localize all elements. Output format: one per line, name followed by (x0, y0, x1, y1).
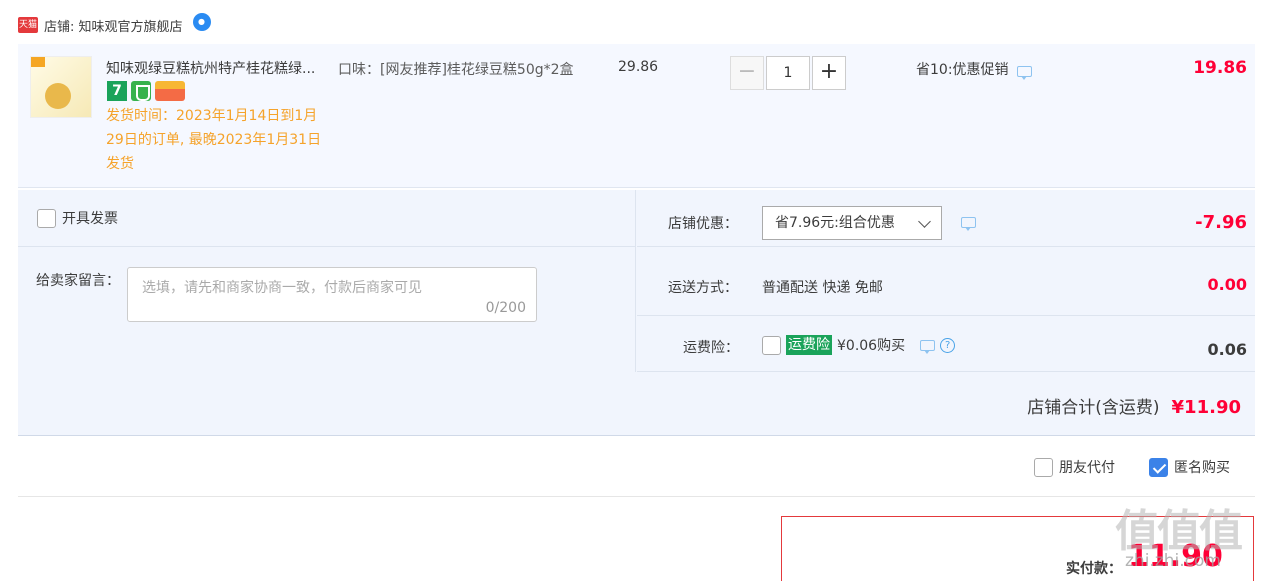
freight-insurance-row: 运费险： 运费险 ¥0.06购买 ? 0.06 (637, 316, 1255, 372)
cart-item-row: 知味观绿豆糕杭州特产桂花糕绿... 7 发货时间：2023年1月14日到1月29… (18, 44, 1255, 188)
product-thumbnail[interactable] (30, 56, 92, 118)
shop-discount-select[interactable]: 省7.96元:组合优惠 (762, 206, 942, 240)
quantity-input[interactable]: 1 (766, 56, 810, 90)
friend-pay-checkbox[interactable] (1034, 457, 1053, 477)
guarantee-shield-icon[interactable] (131, 81, 151, 101)
seller-message-count: 0/200 (485, 300, 526, 316)
promotion-text: 省10:优惠促销 (916, 62, 1009, 78)
discount-chat-icon[interactable] (961, 217, 976, 231)
invoice-label: 开具发票 (62, 211, 118, 227)
promotion-info: 省10:优惠促销 (916, 59, 1032, 80)
shop-total-value: ¥11.90 (1171, 397, 1241, 418)
item-total-price: 19.86 (1193, 58, 1247, 78)
tmall-badge: 天猫 (18, 17, 38, 33)
section-divider (18, 496, 1255, 497)
seller-message-placeholder: 选填，请先和商家协商一致，付款后商家可见 (142, 280, 422, 296)
shipping-method-label: 运送方式： (668, 280, 738, 296)
quantity-decrease-button[interactable]: − (730, 56, 764, 90)
help-question-icon[interactable]: ? (940, 337, 956, 353)
seven-day-return-icon[interactable]: 7 (107, 81, 127, 101)
shop-total-label: 店铺合计(含运费) (1027, 398, 1160, 418)
amount-due-label: 实付款： (1066, 561, 1122, 577)
anonymous-buy-label: 匿名购买 (1174, 460, 1230, 476)
shop-discount-value: -7.96 (1195, 212, 1247, 233)
freight-insurance-checkbox[interactable] (762, 335, 781, 355)
shipping-fee-value: 0.00 (1207, 275, 1247, 294)
promo-chat-icon[interactable] (1016, 65, 1032, 80)
shipping-method-value: 普通配送 快递 免邮 (762, 280, 883, 296)
freight-insurance-option: 运费险 ¥0.06购买 ? (762, 335, 956, 355)
seller-message-input[interactable]: 选填，请先和商家协商一致，付款后商家可见 0/200 (127, 267, 537, 322)
friend-pay-label: 朋友代付 (1059, 460, 1115, 476)
freight-insurance-tag: 运费险 (786, 335, 832, 355)
site-watermark-url: zhi.zhi.com (1125, 551, 1221, 571)
freight-insurance-label: 运费险： (683, 340, 739, 356)
insurance-chat-icon[interactable] (920, 339, 936, 354)
unit-price: 29.86 (618, 59, 659, 75)
seller-message-label: 给卖家留言： (36, 273, 120, 289)
wangwang-chat-icon[interactable]: ● (192, 13, 211, 31)
freight-insurance-value: 0.06 (1207, 340, 1247, 359)
shop-discount-row: 店铺优惠： 省7.96元:组合优惠 -7.96 (637, 190, 1255, 247)
thumbnail-tag-icon (31, 57, 45, 67)
shop-discount-label: 店铺优惠： (668, 216, 738, 232)
invoice-option[interactable]: 开具发票 (37, 208, 118, 228)
shipping-method-row: 运送方式： 普通配送 快递 免邮 0.00 (637, 247, 1255, 316)
anonymous-buy-checkbox[interactable] (1149, 457, 1168, 477)
quantity-stepper: − 1 + (730, 56, 846, 90)
chevron-down-icon (918, 215, 931, 228)
shop-header: 天猫 店铺: 知味观官方旗舰店 ● (18, 10, 211, 40)
shop-name-link[interactable]: 店铺: 知味观官方旗舰店 (44, 16, 183, 35)
credit-card-icon[interactable] (155, 81, 185, 101)
friend-pay-option[interactable]: 朋友代付 (1034, 457, 1115, 477)
product-flavor-sku: 口味：[网友推荐]桂花绿豆糕50g*2盒 (338, 62, 574, 78)
order-options-left: 开具发票 给卖家留言： 选填，请先和商家协商一致，付款后商家可见 0/200 (18, 190, 636, 372)
freight-insurance-price: ¥0.06购买 (837, 338, 906, 354)
invoice-checkbox[interactable] (37, 208, 56, 228)
order-options-panel: 开具发票 给卖家留言： 选填，请先和商家协商一致，付款后商家可见 0/200 店… (18, 190, 1255, 436)
service-badges: 7 (107, 81, 185, 101)
shop-discount-selected: 省7.96元:组合优惠 (775, 215, 895, 231)
site-watermark: 值值值 (1115, 506, 1243, 557)
quantity-increase-button[interactable]: + (812, 56, 846, 90)
shop-total: 店铺合计(含运费) ¥11.90 (1027, 393, 1241, 418)
thumbnail-cake-icon (45, 83, 71, 109)
purchase-options: 朋友代付 匿名购买 (1034, 457, 1230, 477)
invoice-row: 开具发票 (18, 190, 636, 247)
product-title-link[interactable]: 知味观绿豆糕杭州特产桂花糕绿... (106, 58, 332, 78)
anonymous-buy-option[interactable]: 匿名购买 (1149, 457, 1230, 477)
shipping-time-note: 发货时间：2023年1月14日到1月29日的订单, 最晚2023年1月31日发货 (106, 108, 322, 172)
